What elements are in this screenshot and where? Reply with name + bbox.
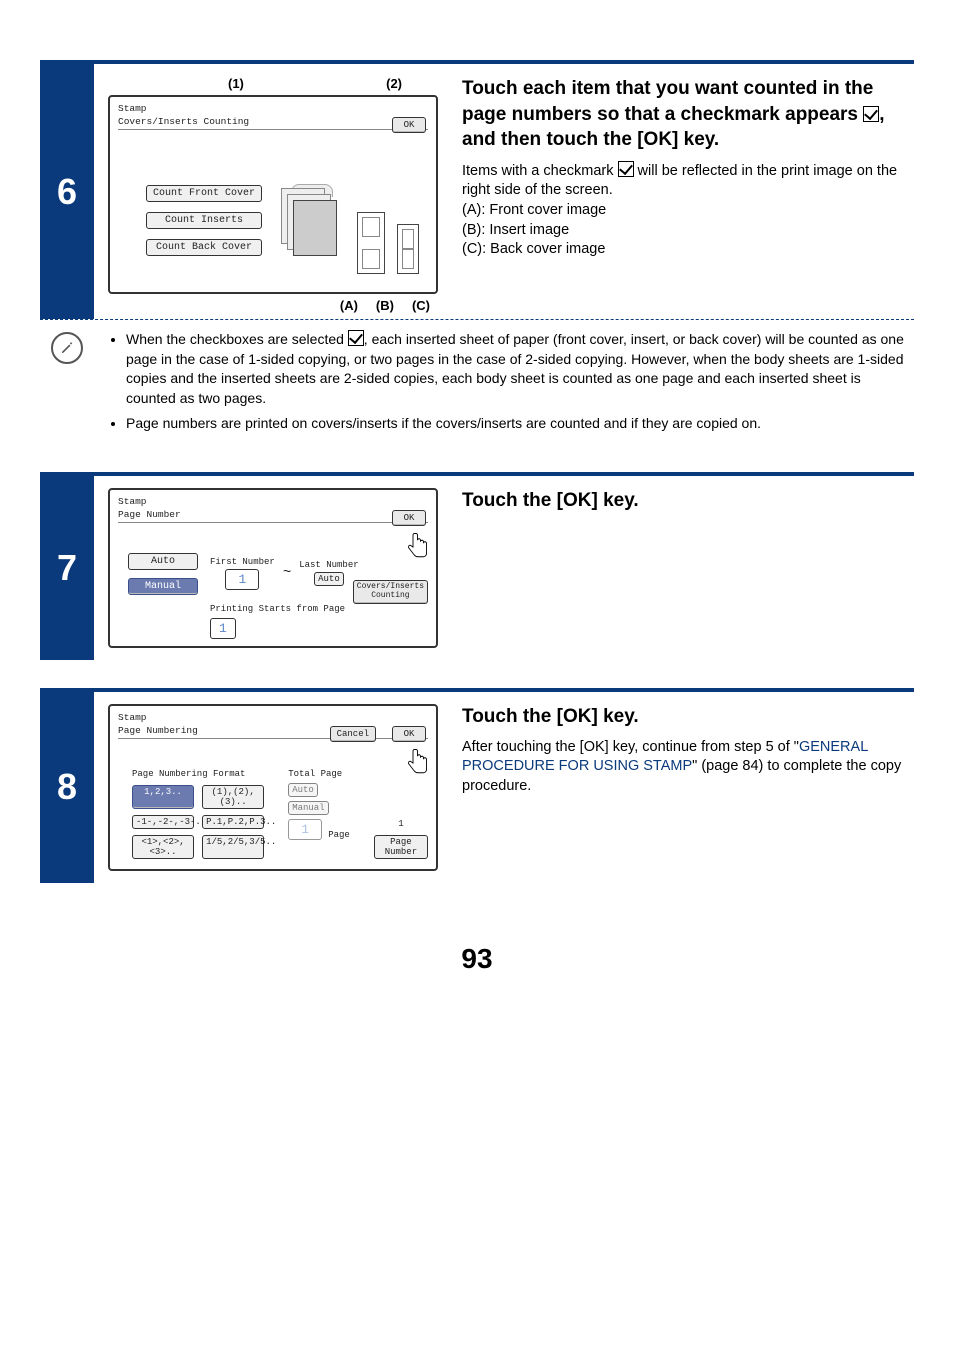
lcd-format-4[interactable]: <1>,<2>,<3>.. (132, 835, 194, 859)
lcd-page-numbering: Stamp Page Numbering OK Cancel Page Numb… (108, 704, 438, 871)
lcd-first-number-value[interactable]: 1 (225, 569, 259, 590)
step6-note-1: When the checkboxes are selected , each … (126, 330, 914, 408)
step8-headline: Touch the [OK] key. (462, 704, 914, 730)
lcd-count-back-cover-key[interactable]: Count Back Cover (146, 239, 262, 256)
lcd-covers-inserts-counting-key[interactable]: Covers/Inserts Counting (353, 580, 428, 604)
marker-1: (1) (228, 76, 244, 91)
lcd-format-0[interactable]: 1,2,3.. (132, 785, 194, 809)
step7-headline: Touch the [OK] key. (462, 488, 914, 514)
lcd-breadcrumb: Stamp (118, 496, 428, 507)
lcd-row-number-value: 1 (374, 819, 428, 829)
step6-note-2: Page numbers are printed on covers/inser… (126, 414, 914, 434)
note-icon (40, 330, 94, 364)
lcd-breadcrumb: Stamp (118, 103, 428, 114)
lcd-breadcrumb: Stamp (118, 712, 428, 723)
lcd-ok-key[interactable]: OK (392, 117, 426, 133)
lcd-title: Covers/Inserts Counting (118, 116, 428, 127)
pencil-icon (60, 341, 74, 355)
lcd-preview (272, 158, 428, 282)
marker-2: (2) (386, 76, 402, 91)
checkmark-icon (618, 161, 634, 177)
lcd-ok-key[interactable]: OK (392, 510, 426, 526)
lcd-total-unit: Page (328, 830, 350, 840)
lcd-printing-starts-value[interactable]: 1 (210, 618, 236, 639)
lcd-format-header: Page Numbering Format (132, 769, 264, 779)
checkmark-icon (863, 106, 879, 122)
step6-line-c: (C): Back cover image (462, 240, 914, 260)
lcd-format-3[interactable]: P.1,P.2,P.3.. (202, 815, 264, 829)
lcd-covers-inserts-counting: Stamp Covers/Inserts Counting OK Count F… (108, 95, 438, 294)
step8-body: After touching the [OK] key, continue fr… (462, 738, 914, 797)
lcd-count-front-cover-key[interactable]: Count Front Cover (146, 185, 262, 202)
tilde-icon: ~ (281, 565, 293, 581)
lcd-page-number: Stamp Page Number OK Covers/Inserts Coun… (108, 488, 438, 648)
lcd-auto-key[interactable]: Auto (128, 553, 198, 570)
preview-backcover-icon (397, 224, 419, 274)
lcd-manual-key[interactable]: Manual (128, 578, 198, 595)
step6-body: Items with a checkmark will be reflected… (462, 161, 914, 201)
preview-inserts-icon (357, 212, 385, 274)
lcd-title: Page Number (118, 509, 428, 520)
marker-c: (C) (412, 298, 430, 313)
touch-cursor-icon (406, 532, 432, 562)
preview-booklet-icon (281, 188, 345, 278)
lcd-last-number-label: Last Number (299, 560, 358, 570)
lcd-first-number-label: First Number (210, 557, 275, 567)
lcd-ok-key[interactable]: OK (392, 726, 426, 742)
lcd-title: Page Numbering (118, 725, 428, 736)
checkmark-icon (348, 330, 364, 346)
lcd-format-1[interactable]: (1),(2),(3).. (202, 785, 264, 809)
lcd-total-auto-key[interactable]: Auto (288, 783, 318, 797)
step6-headline: Touch each item that you want counted in… (462, 76, 914, 153)
lcd-total-page-header: Total Page (288, 769, 342, 779)
lcd-format-2[interactable]: -1-,-2-,-3-.. (132, 815, 194, 829)
step-number-7: 7 (40, 476, 94, 660)
touch-cursor-icon (406, 748, 432, 778)
lcd-format-5[interactable]: 1/5,2/5,3/5.. (202, 835, 264, 859)
lcd-count-inserts-key[interactable]: Count Inserts (146, 212, 262, 229)
lcd-total-manual-key[interactable]: Manual (288, 801, 328, 815)
step-number-6: 6 (40, 64, 94, 319)
lcd-cancel-key[interactable]: Cancel (330, 726, 376, 742)
lcd-printing-starts-label: Printing Starts from Page (210, 604, 345, 614)
step-number-8: 8 (40, 692, 94, 883)
lcd-page-number-key[interactable]: Page Number (374, 835, 428, 859)
step6-line-a: (A): Front cover image (462, 201, 914, 221)
lcd-total-value[interactable]: 1 (288, 819, 322, 840)
step6-line-b: (B): Insert image (462, 221, 914, 241)
page-number: 93 (40, 943, 914, 975)
lcd-last-number-value[interactable]: Auto (314, 572, 344, 586)
marker-b: (B) (376, 298, 394, 313)
marker-a: (A) (340, 298, 358, 313)
